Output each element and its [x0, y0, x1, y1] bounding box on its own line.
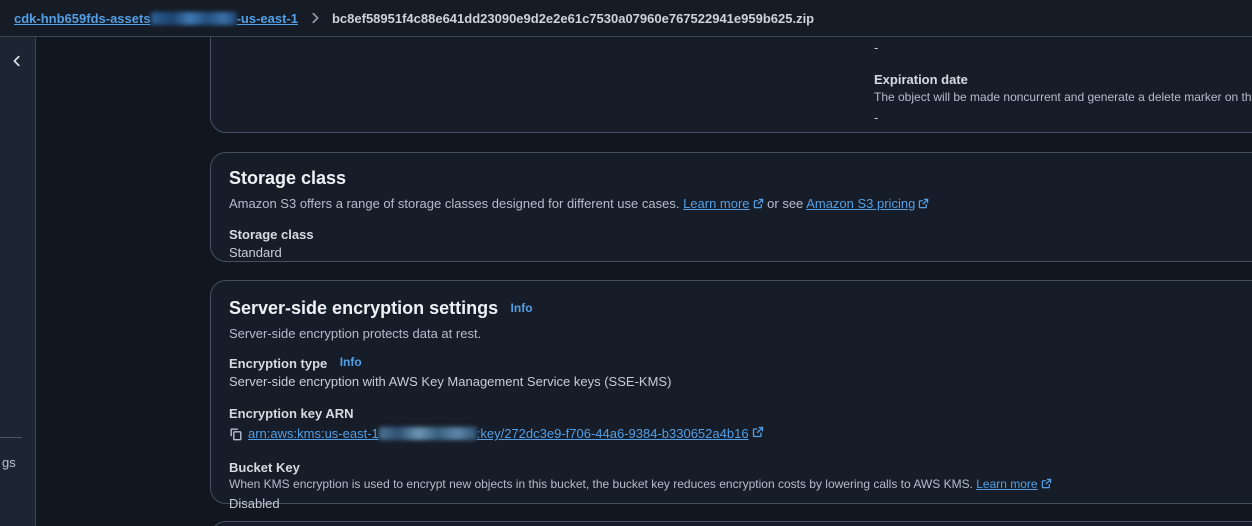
side-panel-strip: gs — [0, 37, 36, 526]
expiration-date-description: The object will be made noncurrent and g… — [874, 90, 1252, 104]
storage-learn-more-link[interactable]: Learn more — [683, 196, 749, 211]
encryption-type-info-link[interactable]: Info — [340, 355, 362, 369]
panel-collapse-button[interactable] — [6, 50, 28, 72]
external-link-icon — [752, 425, 764, 443]
copy-arn-button[interactable] — [229, 427, 243, 441]
expiration-column: - Expiration date The object will be mad… — [874, 39, 1252, 127]
side-panel-partial-label: gs — [2, 455, 16, 470]
storage-class-card: Storage class Amazon S3 offers a range o… — [210, 152, 1252, 262]
bucket-key-value: Disabled — [229, 496, 280, 511]
expiration-date-value: - — [874, 110, 879, 125]
bucket-key-learn-more-link[interactable]: Learn more — [976, 477, 1037, 491]
encryption-key-arn-label: Encryption key ARN — [229, 406, 354, 421]
encryption-card-title: Server-side encryption settings — [229, 298, 499, 318]
bucket-key-desc-text: When KMS encryption is used to encrypt n… — [229, 477, 977, 491]
redacted-account-id — [378, 427, 477, 440]
arn-prefix: arn:aws:kms:us-east-1 — [248, 426, 379, 441]
next-card-sliver — [210, 521, 1252, 526]
storage-class-field-value: Standard — [229, 245, 282, 260]
encryption-key-arn-link[interactable]: arn:aws:kms:us-east-1 :key/272dc3e9-f706-… — [248, 425, 749, 443]
breadcrumb-bucket-link[interactable]: cdk-hnb659fds-assets -us-east-1 — [14, 11, 298, 26]
breadcrumb-separator-icon — [308, 11, 322, 25]
external-link-icon — [1041, 478, 1052, 493]
storage-desc-middle: or see — [763, 196, 807, 211]
breadcrumb-bucket-prefix: cdk-hnb659fds-assets — [14, 10, 151, 26]
side-panel-divider — [0, 437, 22, 438]
chevron-left-icon — [13, 55, 20, 67]
breadcrumb-bucket-suffix: -us-east-1 — [236, 10, 298, 26]
s3-pricing-link[interactable]: Amazon S3 pricing — [806, 196, 915, 211]
encryption-settings-card: Server-side encryption settings Info Ser… — [210, 280, 1252, 511]
encryption-title-info-link[interactable]: Info — [511, 301, 533, 315]
bucket-key-description: When KMS encryption is used to encrypt n… — [229, 477, 1252, 493]
arn-suffix: :key/272dc3e9-f706-44a6-9384-b330652a4b1… — [476, 426, 749, 441]
storage-class-description: Amazon S3 offers a range of storage clas… — [229, 195, 1252, 214]
redacted-account-id — [150, 11, 237, 25]
expiration-date-label: Expiration date — [874, 72, 968, 87]
external-link-icon — [753, 196, 764, 214]
storage-class-field-label: Storage class — [229, 227, 314, 242]
field-empty-value: - — [874, 40, 879, 55]
breadcrumb-bar: cdk-hnb659fds-assets -us-east-1 bc8ef5895… — [0, 0, 1252, 37]
encryption-type-value: Server-side encryption with AWS Key Mana… — [229, 374, 672, 389]
encryption-type-label: Encryption type — [229, 356, 328, 371]
encryption-card-description: Server-side encryption protects data at … — [229, 326, 482, 341]
breadcrumb-object-name: bc8ef58951f4c88e641dd23090e9d2e2e61c7530… — [331, 10, 815, 26]
bucket-key-label: Bucket Key — [229, 460, 300, 475]
storage-class-title: Storage class — [229, 168, 347, 188]
external-link-icon — [918, 196, 929, 214]
storage-desc-prefix: Amazon S3 offers a range of storage clas… — [229, 196, 684, 211]
copy-icon — [230, 428, 242, 441]
